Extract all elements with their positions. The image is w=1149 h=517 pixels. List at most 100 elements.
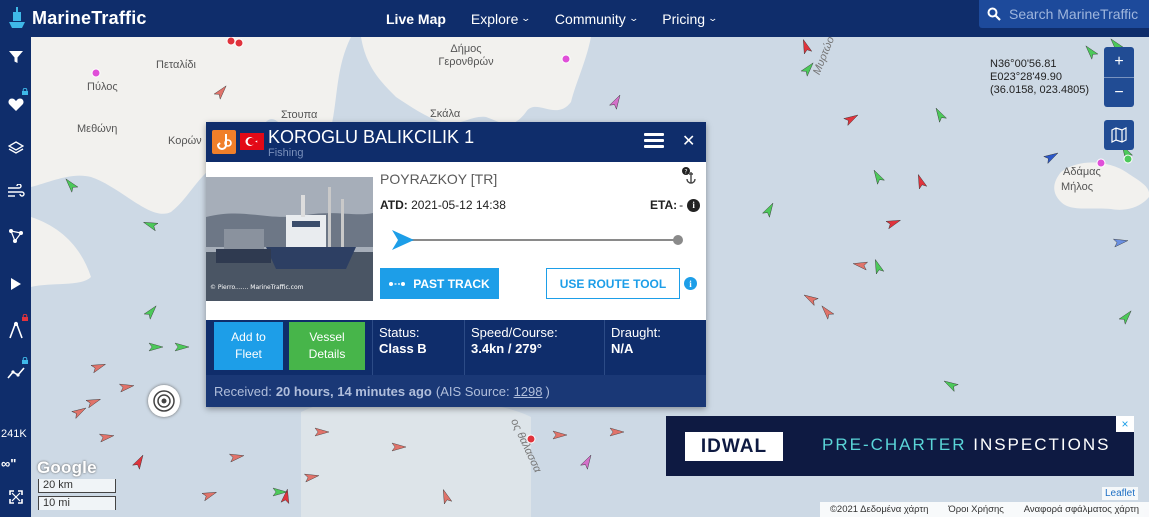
draught-value: N/A [611,341,634,356]
weather-button[interactable] [0,173,31,209]
vessel-marker-icon[interactable] [942,378,959,393]
advertisement-banner[interactable]: IDWAL PRE-CHARTER INSPECTIONS × [666,416,1134,476]
map-type-button[interactable] [1104,120,1134,150]
location-target-icon[interactable] [148,385,180,417]
add-to-fleet-button[interactable]: Add to Fleet [214,322,283,370]
my-fleets-button[interactable] [0,86,31,122]
anchored-vessel-marker-icon[interactable] [234,38,244,48]
vessel-marker-icon[interactable] [131,453,147,470]
vessel-marker-icon[interactable] [1112,237,1129,248]
vessel-marker-icon[interactable] [174,342,190,352]
vessel-marker-icon[interactable] [142,219,159,232]
eta: ETA: - i [650,198,701,212]
anchored-vessel-marker-icon[interactable] [561,54,571,64]
vessel-marker-icon[interactable] [1083,43,1099,60]
nav-pricing[interactable]: Pricing ⌄ [662,11,718,27]
infinity-label[interactable]: ∞" [1,456,16,471]
vessel-marker-icon[interactable] [843,112,860,127]
vessel-marker-icon[interactable] [1118,308,1134,325]
vessel-marker-icon[interactable] [800,38,813,55]
report-error-link[interactable]: Αναφορά σφάλματος χάρτη [1024,504,1139,515]
anchored-vessel-marker-icon[interactable] [1123,154,1133,164]
vessel-marker-icon[interactable] [871,168,886,185]
vessel-marker-icon[interactable] [228,452,245,463]
vessel-marker-icon[interactable] [90,361,107,374]
ad-close-button[interactable]: × [1116,416,1134,432]
vessel-marker-icon[interactable] [872,258,885,275]
vessel-marker-icon[interactable] [885,217,902,230]
vessel-marker-icon[interactable] [579,453,595,470]
zoom-out-button[interactable]: − [1104,78,1134,108]
atd-value: 2021-05-12 14:38 [411,198,506,212]
status-label: Status: [379,325,420,340]
vessel-marker-icon[interactable] [761,201,777,218]
info-icon[interactable]: i [687,198,701,212]
filter-button[interactable] [0,39,31,75]
vessel-marker-icon[interactable] [118,382,135,393]
terms-link[interactable]: Όροι Χρήσης [948,504,1004,515]
vessel-marker-icon[interactable] [63,176,79,193]
playback-button[interactable] [0,266,31,302]
vessel-marker-icon[interactable] [852,260,869,271]
divider [464,320,465,375]
wind-icon [7,184,25,197]
vessel-marker-icon[interactable] [440,488,453,505]
vessel-marker-icon[interactable] [802,292,819,307]
map-data-credit[interactable]: ©2021 Δεδομένα χάρτη [830,504,929,515]
vessel-marker-icon[interactable] [303,472,320,483]
vessel-marker-icon[interactable] [609,427,625,437]
nav-live-map[interactable]: Live Map [386,11,446,27]
past-track-button[interactable]: PAST TRACK [380,268,499,299]
route-tool-button[interactable]: USE ROUTE TOOL [546,268,680,299]
nav-explore[interactable]: Explore ⌄ [471,11,532,27]
main-nav: Live Map Explore ⌄ Community ⌄ Pricing ⌄ [386,0,742,37]
vessel-marker-icon[interactable] [933,106,948,123]
vessel-marker-icon[interactable] [800,60,816,77]
info-icon[interactable]: i [684,277,697,290]
vessel-marker-icon[interactable] [314,427,330,437]
layers-button[interactable] [0,130,31,166]
leaflet-link[interactable]: Leaflet [1102,487,1139,500]
scale-mi: 10 mi [38,496,116,510]
anchored-vessel-marker-icon[interactable] [91,68,101,78]
anchored-vessel-marker-icon[interactable] [226,37,236,46]
vessel-details-button[interactable]: Vessel Details [289,322,365,370]
fullscreen-button[interactable] [0,479,31,515]
ship-logo-icon [9,7,25,28]
vessel-marker-icon[interactable] [213,83,229,100]
nav-community[interactable]: Community ⌄ [555,11,639,27]
vessel-marker-icon[interactable] [915,173,928,190]
past-track-label: PAST TRACK [413,276,490,291]
vessel-photo[interactable]: © Pierro....... MarineTraffic.com [206,177,373,301]
density-button[interactable] [0,218,31,254]
vessel-marker-icon[interactable] [201,489,218,502]
vessel-marker-icon[interactable] [148,342,164,352]
anchored-vessel-marker-icon[interactable] [526,434,536,444]
vessel-marker-icon[interactable] [98,432,115,443]
vessel-marker-icon[interactable] [819,303,835,320]
route-button[interactable] [0,355,31,391]
vessel-popup-body: © Pierro....... MarineTraffic.com POYRAZ… [206,162,706,320]
vessel-marker-icon[interactable] [71,405,88,420]
marinetraffic-logo[interactable]: MarineTraffic [6,6,147,30]
vessel-marker-icon[interactable] [552,430,568,440]
measure-button[interactable] [0,312,31,348]
speed-course-value: 3.4kn / 279° [471,341,542,356]
search-input[interactable]: Search MarineTraffic [979,0,1149,28]
photo-caption: © Pierro....... MarineTraffic.com [210,284,304,291]
zoom-in-button[interactable]: + [1104,47,1134,77]
port-anchor-icon[interactable]: ? [680,166,698,186]
vessel-marker-icon[interactable] [85,396,102,409]
vessel-marker-icon[interactable] [1043,150,1060,165]
vessel-marker-icon[interactable] [391,442,407,452]
hamburger-menu-icon[interactable] [644,133,664,149]
ais-source-link[interactable]: 1298 [514,384,543,399]
vessel-marker-icon[interactable] [143,303,159,320]
layers-icon [7,141,24,154]
svg-text:?: ? [684,169,687,176]
close-icon[interactable]: ✕ [682,131,695,151]
ad-text-highlight: PRE-CHARTER [822,435,967,454]
received-info: Received: 20 hours, 14 minutes ago (AIS … [206,375,706,407]
anchored-vessel-marker-icon[interactable] [1096,158,1106,168]
vessel-marker-icon[interactable] [608,93,624,110]
